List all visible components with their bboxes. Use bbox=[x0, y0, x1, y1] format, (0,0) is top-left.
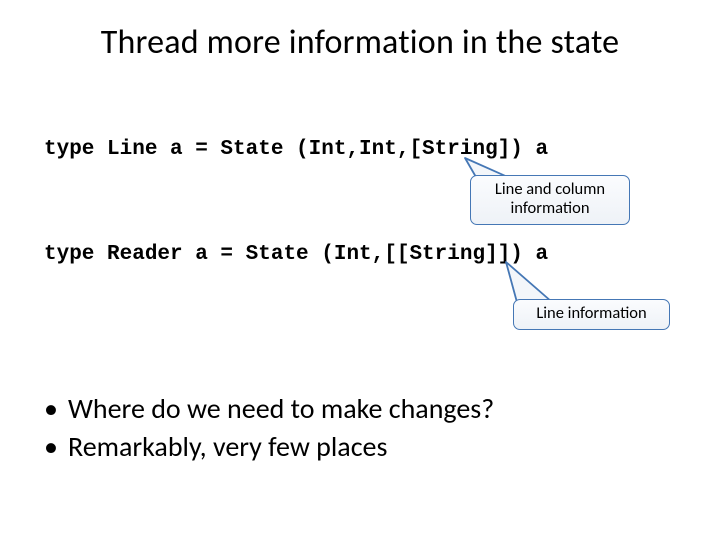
bullet-list: • Where do we need to make changes? • Re… bbox=[44, 390, 494, 466]
bullet-text: Remarkably, very few places bbox=[68, 428, 387, 466]
callout-line-info: Line information bbox=[513, 299, 670, 330]
callout-text: Line information bbox=[536, 303, 646, 323]
callout-text: Line and column bbox=[485, 180, 615, 199]
list-item: • Where do we need to make changes? bbox=[44, 390, 494, 428]
code-line-type-reader: type Reader a = State (Int,[[String]]) a bbox=[44, 243, 548, 266]
bullet-dot-icon: • bbox=[44, 428, 68, 466]
slide-title: Thread more information in the state bbox=[0, 22, 720, 63]
callout-text: information bbox=[485, 199, 615, 218]
bullet-dot-icon: • bbox=[44, 390, 68, 428]
bullet-text: Where do we need to make changes? bbox=[68, 390, 494, 428]
list-item: • Remarkably, very few places bbox=[44, 428, 494, 466]
callout-line-and-column: Line and column information bbox=[470, 175, 630, 225]
